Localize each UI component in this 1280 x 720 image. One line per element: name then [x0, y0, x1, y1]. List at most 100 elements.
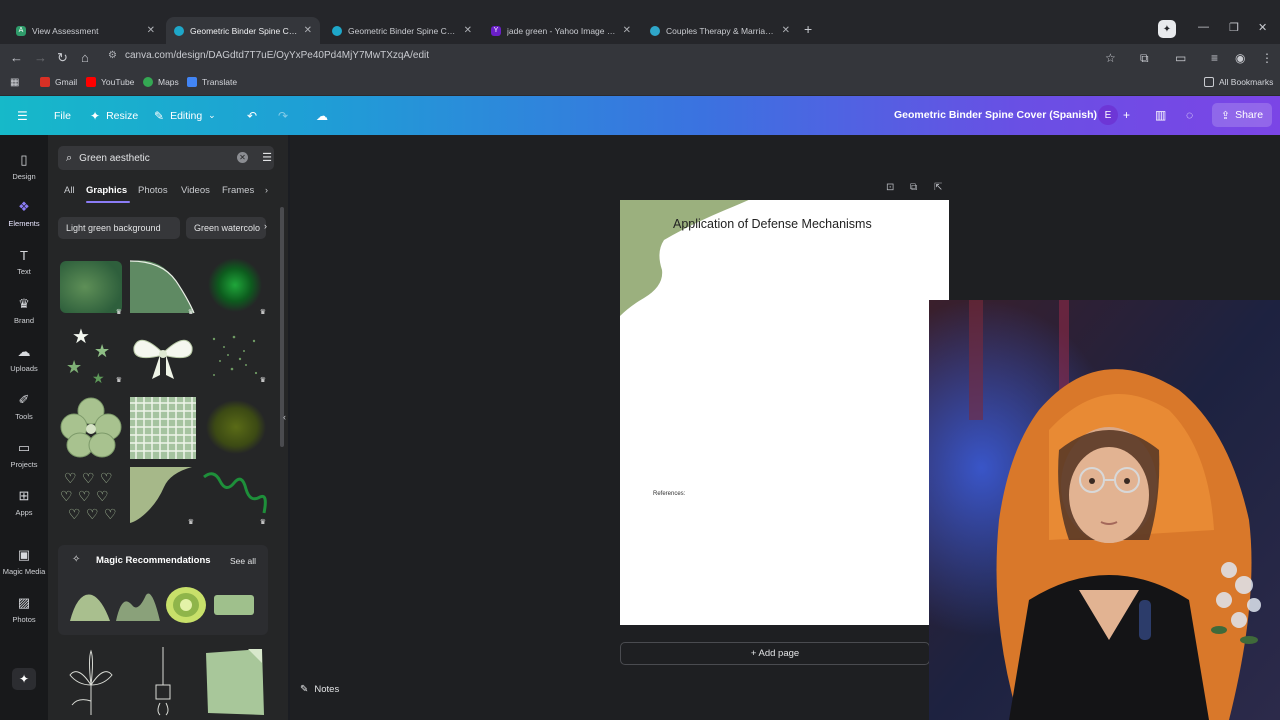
new-tab-icon[interactable]: +: [804, 21, 812, 37]
file-menu-button[interactable]: File: [54, 96, 71, 135]
magic-assistant-button[interactable]: ✦: [12, 668, 36, 690]
editing-mode-button[interactable]: ✎ Editing ⌄: [154, 96, 216, 135]
rail-item-projects[interactable]: ▭ Projects: [0, 440, 48, 469]
chevron-right-icon[interactable]: ›: [265, 185, 268, 195]
apps-grid-icon[interactable]: ▦: [10, 77, 19, 88]
notes-button[interactable]: ✎ Notes: [300, 684, 339, 695]
sidebar-icon[interactable]: ▭: [1175, 51, 1186, 65]
tab-photos[interactable]: Photos: [138, 185, 168, 196]
graphic-sage-corner[interactable]: ♛: [130, 467, 196, 527]
graphic-green-glitter[interactable]: ♛: [202, 325, 268, 385]
browser-tab[interactable]: Couples Therapy & Marriage C ✕: [642, 17, 798, 44]
rail-item-magic-media[interactable]: ▣ Magic Media: [0, 547, 48, 576]
star-icon[interactable]: ☆: [1105, 51, 1116, 65]
recommendation-item[interactable]: [164, 585, 208, 625]
main-menu-button[interactable]: ☰: [17, 96, 34, 135]
comment-icon[interactable]: ◌: [1186, 108, 1193, 122]
design-page[interactable]: Application of Defense Mechanisms Refere…: [620, 200, 949, 625]
add-collaborator-icon[interactable]: +: [1123, 108, 1130, 122]
graphic-green-hearts[interactable]: ♡ ♡ ♡ ♡ ♡ ♡ ♡ ♡ ♡: [58, 467, 124, 527]
recommendation-item[interactable]: [212, 585, 256, 625]
gemini-icon[interactable]: ✦: [1158, 20, 1176, 38]
tab-all[interactable]: All: [64, 185, 75, 196]
chevron-right-icon[interactable]: ›: [264, 221, 267, 231]
profile-icon[interactable]: ◉: [1235, 51, 1245, 65]
close-window-icon[interactable]: ✕: [1258, 21, 1267, 34]
graphic-green-wave-corner[interactable]: ♛: [129, 257, 196, 317]
search-input[interactable]: ⌕ Green aesthetic ✕ ☰: [58, 146, 274, 170]
rail-item-text[interactable]: T Text: [0, 248, 48, 276]
suggestion-chip[interactable]: Light green background: [58, 217, 180, 239]
close-tab-icon[interactable]: ✕: [304, 25, 312, 36]
back-icon[interactable]: ←: [10, 50, 23, 65]
tab-videos[interactable]: Videos: [181, 185, 210, 196]
tab-graphics[interactable]: Graphics: [86, 185, 127, 196]
graphic-green-glow[interactable]: ♛: [202, 257, 268, 317]
see-all-link[interactable]: See all: [230, 556, 256, 566]
recommendation-item[interactable]: [68, 585, 112, 625]
projects-icon: ▭: [17, 440, 31, 455]
browser-tab[interactable]: Geometric Binder Spine Cover ✕: [324, 17, 480, 44]
close-tab-icon[interactable]: ✕: [147, 25, 155, 36]
bookmark-youtube[interactable]: YouTube: [86, 77, 134, 87]
graphic-white-bow[interactable]: [130, 325, 196, 385]
minimize-icon[interactable]: —: [1198, 21, 1209, 33]
export-page-icon[interactable]: ⇱: [934, 182, 942, 193]
add-page-button[interactable]: + Add page: [620, 642, 930, 665]
rail-item-uploads[interactable]: ☁ Uploads: [0, 344, 48, 373]
graphic-lily-lineart[interactable]: [58, 645, 124, 717]
graphic-green-squiggle[interactable]: ♛: [202, 467, 268, 527]
analytics-icon[interactable]: ▥: [1155, 108, 1166, 122]
sage-corner-shape[interactable]: [620, 200, 949, 625]
graphic-olive-blur[interactable]: [202, 397, 268, 457]
graphic-hanging-plant[interactable]: [130, 645, 196, 717]
tab-frames[interactable]: Frames: [222, 185, 254, 196]
lock-page-icon[interactable]: ⊡: [886, 182, 894, 193]
reload-icon[interactable]: ↻: [57, 50, 68, 66]
home-icon[interactable]: ⌂: [81, 50, 89, 65]
browser-tab[interactable]: A View Assessment ✕: [8, 17, 163, 44]
rail-item-elements[interactable]: ❖ Elements: [0, 199, 48, 228]
forward-icon[interactable]: →: [34, 50, 47, 65]
menu-icon[interactable]: ⋮: [1261, 51, 1273, 65]
suggestion-chip[interactable]: Green watercolo: [186, 217, 266, 239]
close-tab-icon[interactable]: ✕: [782, 25, 790, 36]
duplicate-page-icon[interactable]: ⧉: [910, 182, 917, 193]
avatar[interactable]: E: [1098, 105, 1118, 125]
bookmark-translate[interactable]: Translate: [187, 77, 237, 87]
graphic-green-paper[interactable]: [202, 645, 268, 717]
panel-scrollbar[interactable]: [280, 207, 284, 447]
browser-tab[interactable]: Y jade green - Yahoo Image Sear ✕: [483, 17, 639, 44]
save-status-button[interactable]: ☁: [316, 96, 334, 135]
url-field[interactable]: ⚙ canva.com/design/DAGdtd7T7uE/OyYxPe40P…: [108, 50, 429, 61]
downloads-icon[interactable]: ≡: [1211, 51, 1218, 65]
rail-item-apps[interactable]: ⊞ Apps: [0, 488, 48, 517]
graphic-green-grid[interactable]: [130, 397, 196, 459]
browser-tab-active[interactable]: Geometric Binder Spine Cover ✕: [166, 17, 320, 44]
clear-search-icon[interactable]: ✕: [237, 152, 248, 163]
site-info-icon[interactable]: ⚙: [108, 50, 117, 61]
undo-button[interactable]: ↶: [247, 96, 263, 135]
extensions-icon[interactable]: ⧉: [1140, 51, 1149, 66]
recommendation-item[interactable]: [116, 585, 160, 625]
rail-item-design[interactable]: ▯ Design: [0, 152, 48, 181]
close-tab-icon[interactable]: ✕: [623, 25, 631, 36]
graphic-green-stars[interactable]: ★ ★ ★ ★ ♛: [58, 325, 124, 386]
page-title[interactable]: Application of Defense Mechanisms: [673, 217, 872, 231]
all-bookmarks[interactable]: All Bookmarks: [1204, 77, 1273, 87]
rail-item-tools[interactable]: ✐ Tools: [0, 392, 48, 421]
bookmark-maps[interactable]: Maps: [143, 77, 179, 87]
filter-icon[interactable]: ☰: [262, 151, 272, 164]
bookmark-gmail[interactable]: Gmail: [40, 77, 77, 87]
graphic-green-flower[interactable]: [58, 397, 124, 458]
rail-item-brand[interactable]: ♛ Brand: [0, 296, 48, 325]
rail-item-photos[interactable]: ▨ Photos: [0, 595, 48, 624]
redo-button[interactable]: ↷: [278, 96, 294, 135]
share-button[interactable]: ⇪ Share: [1212, 103, 1272, 127]
references-label[interactable]: References:: [653, 491, 685, 497]
graphic-green-watercolor[interactable]: ♛: [58, 257, 124, 317]
maximize-icon[interactable]: ❐: [1229, 21, 1239, 34]
resize-button[interactable]: ✦ Resize: [90, 96, 138, 135]
design-title[interactable]: Geometric Binder Spine Cover (Spanish): [894, 109, 1097, 121]
close-tab-icon[interactable]: ✕: [464, 25, 472, 36]
